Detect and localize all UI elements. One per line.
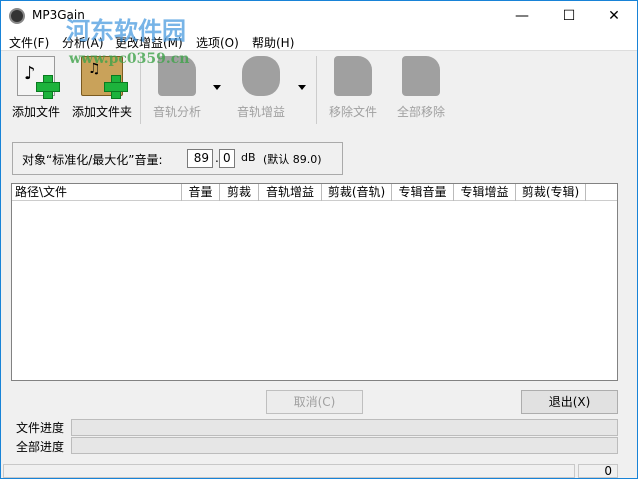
column-volume[interactable]: 音量 (182, 184, 220, 201)
track-gain-label: 音轨增益 (236, 105, 285, 119)
add-folder-button[interactable]: ♫ 添加文件夹 (71, 56, 133, 120)
folder-icon: ♫ (81, 56, 128, 99)
file-progress-label: 文件进度 (16, 421, 65, 435)
menu-file[interactable]: 文件(F) (9, 34, 49, 51)
column-path[interactable]: 路径\文件 (12, 184, 182, 201)
exit-button[interactable]: 退出(X) (521, 390, 618, 414)
column-clip[interactable]: 剪裁 (220, 184, 259, 201)
add-file-label: 添加文件 (11, 105, 60, 119)
file-progress-bar (71, 419, 618, 436)
menu-help[interactable]: 帮助(H) (252, 34, 294, 51)
column-album-volume[interactable]: 专辑音量 (392, 184, 454, 201)
cancel-button[interactable]: 取消(C) (266, 390, 363, 414)
toolbar-separator (140, 56, 141, 124)
list-header: 路径\文件 音量 剪裁 音轨增益 剪裁(音轨) 专辑音量 专辑增益 剪裁(专辑) (12, 184, 617, 201)
file-list[interactable]: 路径\文件 音量 剪裁 音轨增益 剪裁(音轨) 专辑音量 专辑增益 剪裁(专辑) (11, 183, 618, 381)
all-progress-label: 全部进度 (16, 440, 65, 454)
window-title: MP3Gain (32, 8, 85, 22)
plus-icon (36, 75, 60, 99)
target-volume-group: 对象“标准化/最大化”音量: 89 . 0 dB (默认 89.0) (12, 142, 343, 175)
default-value-label: (默认 89.0) (263, 153, 322, 166)
add-file-button[interactable]: ♪ 添加文件 (9, 56, 63, 120)
unit-label: dB (241, 151, 256, 164)
column-album-clip[interactable]: 剪裁(专辑) (516, 184, 586, 201)
title-bar: MP3Gain — ☐ ✕ (1, 1, 637, 31)
maximize-button[interactable]: ☐ (546, 1, 592, 31)
status-panel (3, 464, 575, 478)
remove-file-label: 移除文件 (328, 105, 377, 119)
status-bar: 0 (1, 462, 637, 479)
remove-file-button[interactable]: 移除文件 (325, 56, 381, 120)
remove-all-icon (402, 56, 440, 96)
minimize-button[interactable]: — (499, 1, 545, 31)
track-gain-button[interactable]: 音轨增益 (233, 56, 289, 120)
app-icon (9, 8, 25, 24)
remove-all-label: 全部移除 (396, 105, 445, 119)
plus-icon (104, 75, 128, 99)
menu-options[interactable]: 选项(O) (196, 34, 239, 51)
remove-all-button[interactable]: 全部移除 (393, 56, 449, 120)
analysis-icon (158, 56, 196, 96)
menu-analyze[interactable]: 分析(A) (62, 34, 104, 51)
target-volume-label: 对象“标准化/最大化”音量: (22, 153, 163, 167)
target-volume-integer-input[interactable]: 89 (187, 149, 213, 168)
column-filler (586, 184, 617, 201)
track-analysis-label: 音轨分析 (152, 105, 201, 119)
track-analysis-dropdown-icon[interactable] (213, 85, 221, 90)
column-track-gain[interactable]: 音轨增益 (259, 184, 322, 201)
music-file-icon: ♪ (17, 56, 60, 99)
all-progress-bar (71, 437, 618, 454)
toolbar-separator (316, 56, 317, 124)
target-volume-decimal-input[interactable]: 0 (219, 149, 235, 168)
close-button[interactable]: ✕ (591, 1, 637, 31)
column-album-gain[interactable]: 专辑增益 (454, 184, 516, 201)
menu-bar: 文件(F) 分析(A) 更改增益(M) 选项(O) 帮助(H) (1, 31, 637, 51)
menu-modify-gain[interactable]: 更改增益(M) (115, 34, 183, 51)
file-count: 0 (578, 464, 618, 478)
add-folder-label: 添加文件夹 (71, 105, 132, 119)
column-track-clip[interactable]: 剪裁(音轨) (322, 184, 392, 201)
remove-file-icon (334, 56, 372, 96)
track-analysis-button[interactable]: 音轨分析 (149, 56, 205, 120)
gain-icon (242, 56, 280, 96)
track-gain-dropdown-icon[interactable] (298, 85, 306, 90)
